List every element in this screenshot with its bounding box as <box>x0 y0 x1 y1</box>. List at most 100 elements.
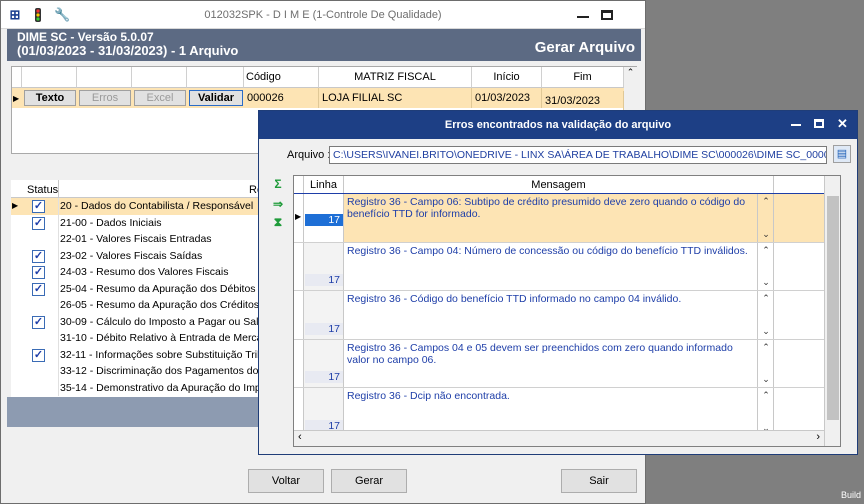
maximize-icon[interactable] <box>601 10 613 20</box>
status-footer-band <box>7 397 259 427</box>
col-matriz[interactable]: MATRIZ FISCAL <box>319 67 472 88</box>
status-list-item[interactable]: 35-14 - Demonstrativo da Apuração do Imp… <box>11 379 261 396</box>
status-item-label: 30-09 - Cálculo do Imposto a Pagar ou Sa… <box>60 315 261 328</box>
status-list-header: Status Re <box>11 180 263 198</box>
status-item-label: 24-03 - Resumo dos Valores Fiscais <box>60 266 229 278</box>
col-inicio[interactable]: Início <box>472 67 542 88</box>
voltar-button[interactable]: Voltar <box>248 469 324 493</box>
col-mensagem[interactable]: Mensagem <box>344 176 774 194</box>
errors-rows: ▶ 17 Registro 36 - Campo 06: Subtipo de cr… <box>294 193 840 437</box>
validation-errors-dialog: Erros encontrados na validação do arquiv… <box>258 110 858 455</box>
status-list-item[interactable]: 22-01 - Valores Fiscais Entradas <box>11 231 261 248</box>
erros-button[interactable]: Erros <box>79 90 131 106</box>
table-row[interactable]: 17 Registro 36 - Campos 04 e 05 devem ser… <box>294 339 840 388</box>
chevron-down-icon[interactable]: ⌄ <box>759 326 773 337</box>
scroll-thumb[interactable] <box>827 196 839 420</box>
sort-icon[interactable]: ⧗ <box>271 215 285 229</box>
close-icon[interactable]: ✕ <box>837 116 848 132</box>
col-status[interactable]: Status <box>27 184 58 196</box>
page-title: Gerar Arquivo <box>534 39 635 56</box>
status-list-item[interactable]: ✓ 21-00 - Dados Iniciais <box>11 214 261 231</box>
period-label: (01/03/2023 - 31/03/2023) - 1 Arquivo <box>17 43 239 58</box>
main-titlebar: ⊞ 🔧 012032SPK - D I M E (1-Controle De Q… <box>1 1 645 29</box>
mensagem-value: Registro 36 - Campos 04 e 05 devem ser p… <box>344 339 758 387</box>
table-row[interactable]: 17 Registro 36 - Código do benefício TTD … <box>294 291 840 340</box>
linha-value: 17 <box>305 371 343 383</box>
horizontal-scrollbar[interactable]: ‹ › <box>294 430 824 446</box>
chevron-down-icon[interactable]: ⌄ <box>759 374 773 385</box>
status-item-label: 23-02 - Valores Fiscais Saídas <box>60 249 203 262</box>
build-label: Build <box>841 490 862 500</box>
status-checkbox[interactable]: ✓ <box>32 200 45 213</box>
linha-value: 17 <box>305 274 343 286</box>
status-checkbox[interactable]: ✓ <box>32 315 45 329</box>
mensagem-value: Registro 36 - Código do benefício TTD in… <box>344 291 758 339</box>
status-item-label: 22-01 - Valores Fiscais Entradas <box>60 233 212 245</box>
minimize-icon[interactable] <box>791 124 801 126</box>
mensagem-value: Registro 36 - Campo 04: Número de conces… <box>344 242 758 290</box>
status-checkbox[interactable]: ✓ <box>32 216 45 230</box>
table-row[interactable]: ▶ 17 Registro 36 - Campo 06: Subtipo de cr… <box>294 193 840 244</box>
dialog-title: Erros encontrados na validação do arquiv… <box>444 119 672 131</box>
status-checkbox[interactable]: ✓ <box>32 348 45 362</box>
col-linha[interactable]: Linha <box>304 176 344 194</box>
sair-button[interactable]: Sair <box>561 469 637 493</box>
status-list-item[interactable]: ✓ 25-04 - Resumo da Apuração dos Débitos <box>11 280 261 297</box>
status-list-item[interactable]: 33-12 - Discriminação dos Pagamentos do … <box>11 363 261 380</box>
col-codigo[interactable]: Código MATRIZ F <box>244 67 319 104</box>
col-fim[interactable]: Fim <box>542 67 624 88</box>
chevron-up-icon[interactable]: ⌃ <box>759 245 773 256</box>
header-banner: DIME SC - Versão 5.0.07 (01/03/2023 - 31… <box>7 29 641 61</box>
status-list-item[interactable]: 31-10 - Débito Relativo à Entrada de Mer… <box>11 330 261 347</box>
gerar-button[interactable]: Gerar <box>331 469 407 493</box>
excel-button[interactable]: Excel <box>134 90 186 106</box>
status-list-item[interactable]: ✓ 24-03 - Resumo dos Valores Fiscais <box>11 264 261 281</box>
cell-scrollbar[interactable]: ⌃ ⌄ <box>758 291 774 339</box>
arquivo-path-field[interactable]: C:\USERS\IVANEI.BRITO\ONEDRIVE - LINX SA… <box>329 146 827 164</box>
status-list-item[interactable]: 26-05 - Resumo da Apuração dos Créditos <box>11 297 261 314</box>
validar-button[interactable]: Validar <box>189 90 243 106</box>
dialog-titlebar: Erros encontrados na validação do arquiv… <box>259 111 857 139</box>
cell-fim: 31/03/2023 <box>542 91 624 111</box>
status-checkbox[interactable]: ✓ <box>32 249 45 263</box>
vertical-scrollbar[interactable] <box>824 176 840 446</box>
status-list-item[interactable]: ✓ 30-09 - Cálculo do Imposto a Pagar ou S… <box>11 313 261 330</box>
chevron-up-icon[interactable]: ⌃ <box>759 390 773 401</box>
cell-scrollbar[interactable]: ⌃ ⌄ <box>758 339 774 387</box>
scroll-left-icon[interactable]: ‹ <box>298 431 302 443</box>
chevron-up-icon[interactable]: ⌃ <box>759 293 773 304</box>
minimize-icon[interactable] <box>577 10 589 20</box>
status-checkbox[interactable]: ✓ <box>32 266 45 279</box>
cell-codigo: 000026 <box>244 88 319 108</box>
status-list-item[interactable]: ✓ 32-11 - Informações sobre Substituição … <box>11 346 261 363</box>
maximize-icon[interactable] <box>814 119 824 128</box>
chevron-down-icon[interactable]: ⌄ <box>759 277 773 288</box>
chevron-up-icon[interactable]: ⌃ <box>759 196 773 207</box>
scroll-right-icon[interactable]: › <box>816 431 820 443</box>
texto-button[interactable]: Texto <box>24 90 76 106</box>
cell-scrollbar[interactable]: ⌃ ⌄ <box>758 242 774 290</box>
chevron-down-icon[interactable]: ⌄ <box>759 229 773 240</box>
mensagem-value: Registro 36 - Dcip não encontrada. <box>344 388 758 436</box>
cell-inicio: 01/03/2023 <box>472 88 542 108</box>
status-item-label: 32-11 - Informações sobre Substituição T… <box>60 348 261 361</box>
status-item-label: 33-12 - Discriminação dos Pagamentos do … <box>60 365 261 377</box>
sigma-icon[interactable]: Σ <box>271 177 285 191</box>
linha-value: 17 <box>305 322 343 335</box>
row-indicator-icon: ▶ <box>13 94 20 103</box>
export-icon[interactable]: ⇒ <box>271 197 285 211</box>
status-list-item[interactable]: ▶ ✓ 20 - Dados do Contabilista / Responsáv… <box>11 198 261 215</box>
cell-scrollbar[interactable]: ⌃ ⌄ <box>758 194 774 242</box>
cell-scrollbar[interactable]: ⌃ ⌄ <box>758 388 774 436</box>
linha-value: 17 <box>305 213 343 226</box>
cell-matriz: LOJA FILIAL SC <box>319 88 472 108</box>
open-file-icon[interactable]: ▤ <box>833 145 851 163</box>
table-row[interactable]: 17 Registro 36 - Campo 04: Número de conc… <box>294 242 840 291</box>
status-list-item[interactable]: ✓ 23-02 - Valores Fiscais Saídas <box>11 247 261 264</box>
row-indicator-icon: ▶ <box>295 212 302 221</box>
status-item-label: 35-14 - Demonstrativo da Apuração do Imp… <box>60 381 261 394</box>
status-checkbox[interactable]: ✓ <box>32 282 45 296</box>
mensagem-value: Registro 36 - Campo 06: Subtipo de crédi… <box>344 194 758 242</box>
status-item-label: 21-00 - Dados Iniciais <box>60 216 162 229</box>
chevron-up-icon[interactable]: ⌃ <box>759 342 773 353</box>
